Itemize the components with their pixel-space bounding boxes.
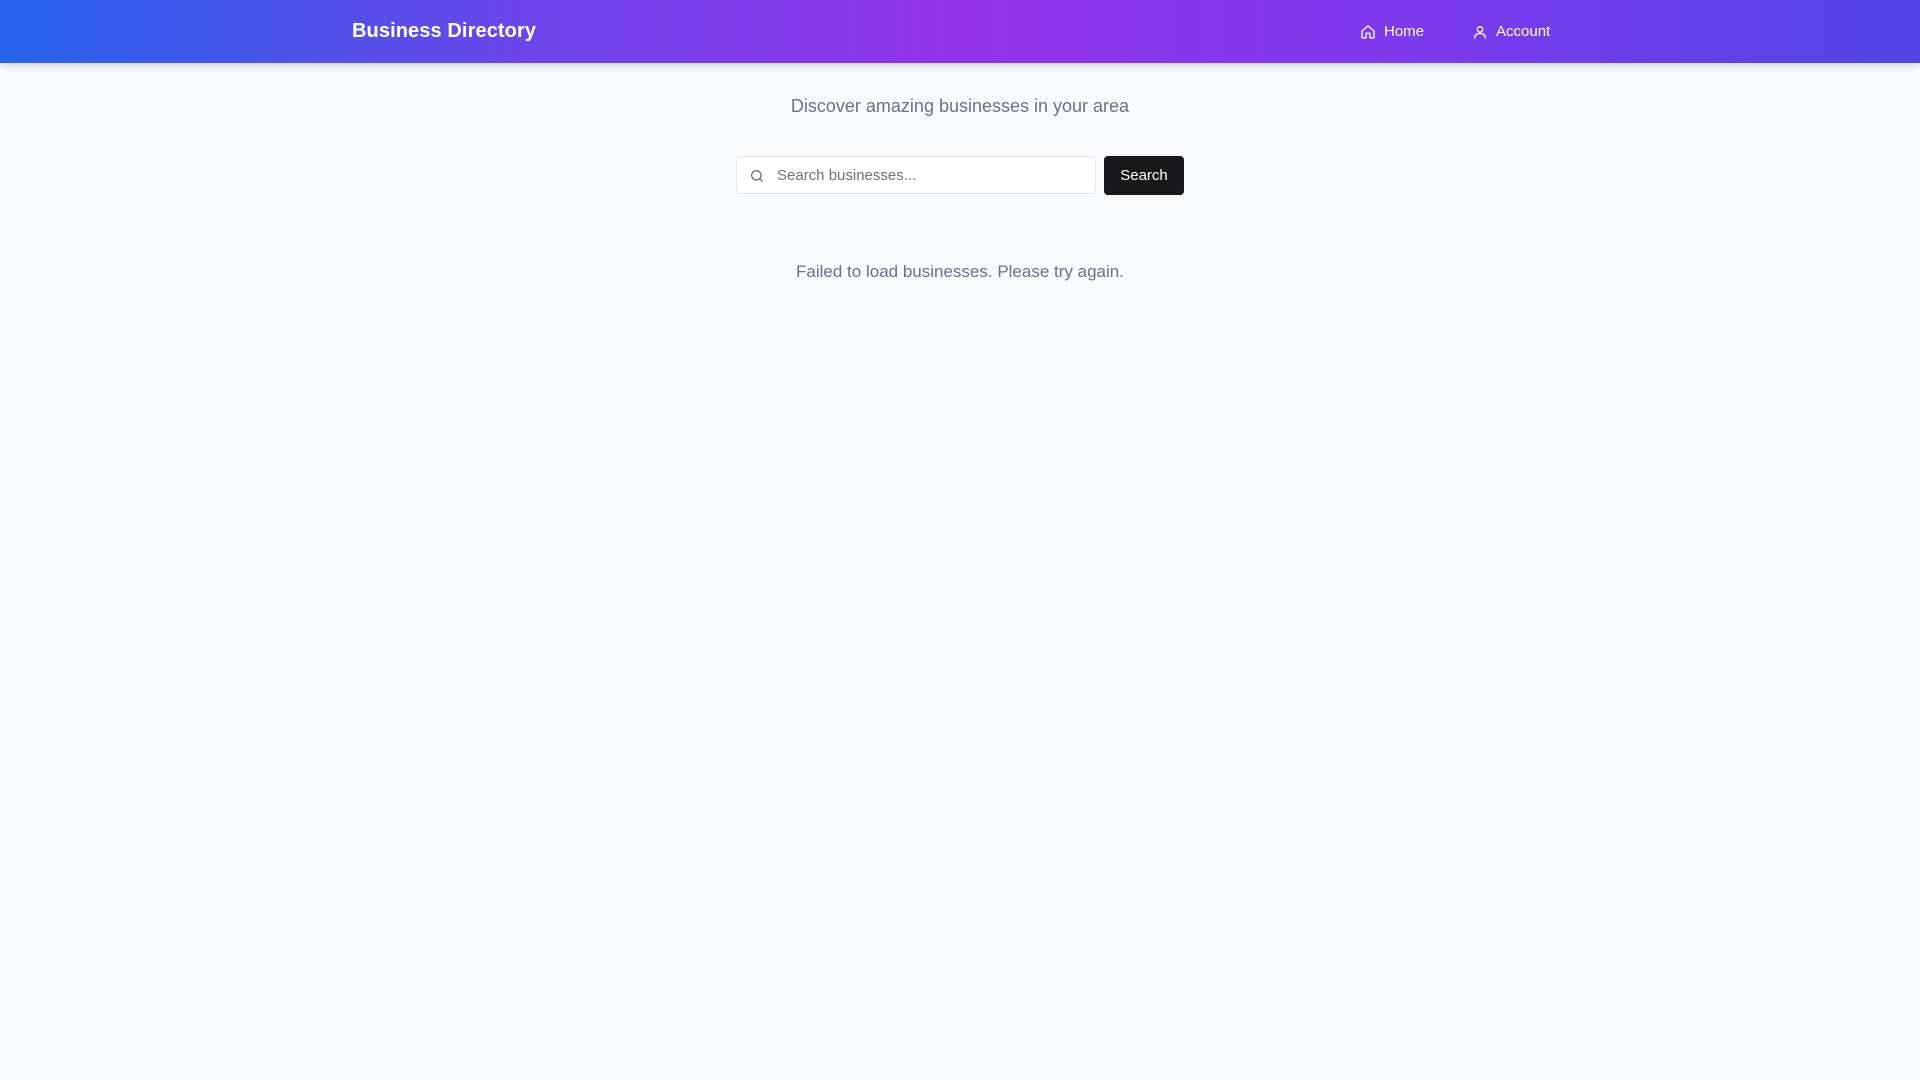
nav-account-label: Account <box>1496 23 1551 40</box>
search-input[interactable] <box>777 157 1087 193</box>
nav-account-link[interactable]: Account <box>1472 0 1550 63</box>
nav-home-link[interactable]: Home <box>1360 0 1424 63</box>
top-navbar: Business Directory Home Account <box>0 0 1920 63</box>
search-field[interactable] <box>736 156 1096 194</box>
search-icon <box>751 170 763 182</box>
nav-home-label: Home <box>1384 23 1425 40</box>
page-tagline: Discover amazing businesses in your area <box>790 96 1130 116</box>
user-icon <box>1474 25 1486 39</box>
error-message: Failed to load businesses. Please try ag… <box>796 262 1124 281</box>
brand-title[interactable]: Business Directory <box>352 0 536 63</box>
home-icon <box>1361 24 1375 39</box>
search-button[interactable]: Search <box>1104 156 1184 195</box>
